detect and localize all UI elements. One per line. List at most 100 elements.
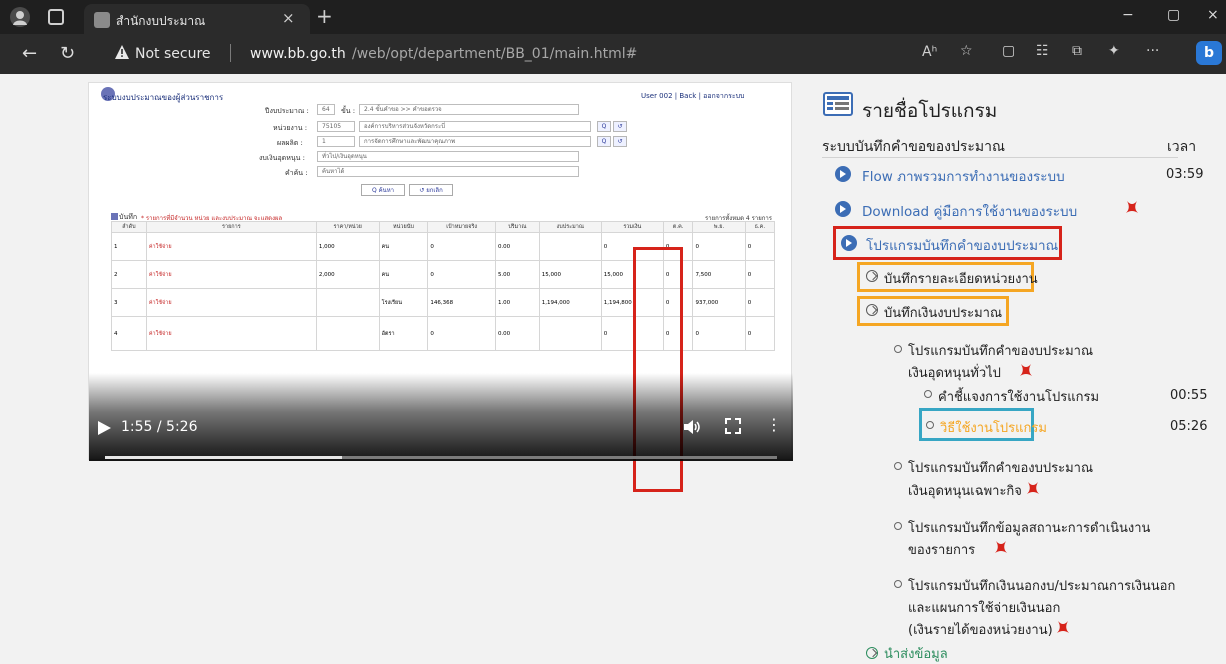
howto-program-link[interactable]: วิธีใช้งานโปรแกรม	[940, 417, 1047, 438]
cell-dec: 0	[744, 316, 776, 351]
bing-icon[interactable]: b	[1196, 41, 1222, 65]
program-status-line1[interactable]: โปรแกรมบันทึกข้อมูลสถานะการดำเนินงาน	[908, 517, 1150, 538]
output-reset-button[interactable]: ↺	[613, 136, 627, 147]
cell-price	[315, 288, 380, 317]
clear-button[interactable]: ↺ ยกเลิก	[409, 184, 453, 196]
cell-dec: 0	[744, 260, 776, 289]
submit-data-link[interactable]: นำส่งข้อมูล	[884, 643, 948, 664]
program-status-line2[interactable]: ของรายการ	[908, 539, 975, 560]
play-icon[interactable]	[95, 419, 113, 437]
program-offbudget-line3[interactable]: (เงินรายได้ของหน่วยงาน)	[908, 619, 1053, 640]
pdf-icon[interactable]	[1056, 619, 1070, 635]
cell-budget	[538, 316, 602, 351]
cell-price	[315, 316, 380, 351]
cell-qty: 1.00	[494, 288, 540, 317]
program-offbudget-line1[interactable]: โปรแกรมบันทึกเงินนอกงบ/ประมาณการเงินนอก	[908, 575, 1175, 596]
form-agency-name[interactable]: องค์การบริหารส่วนจังหวัดกระบี่	[359, 121, 591, 132]
list-bullet	[926, 421, 934, 429]
program-specific-subsidy-line1[interactable]: โปรแกรมบันทึกคำของบประมาณ	[908, 457, 1093, 478]
volume-icon[interactable]	[683, 419, 701, 439]
url-host: www.bb.go.th	[250, 46, 346, 62]
cell-no: 2	[111, 260, 147, 289]
address-bar[interactable]: Not secure www.bb.go.th /web/opt/departm…	[92, 40, 898, 68]
tab-actions-icon[interactable]	[48, 9, 64, 25]
flow-time: 03:59	[1166, 167, 1204, 182]
form-label-keyword: คำค้น :	[285, 169, 308, 177]
th-nov: พ.ย.	[692, 221, 746, 233]
form-keyword-input[interactable]: ค้นหาได้	[317, 166, 579, 177]
cell-price: 2,000	[315, 260, 380, 289]
tab-close-icon[interactable]: ×	[282, 9, 295, 27]
refresh-icon[interactable]: ↻	[60, 43, 75, 64]
cell-no: 3	[111, 288, 147, 317]
cell-nov: 0	[692, 232, 746, 261]
tab-active[interactable]: สำนักงบประมาณ ×	[84, 4, 310, 34]
tab-title: สำนักงบประมาณ	[116, 14, 206, 28]
cell-target: 0	[427, 316, 496, 351]
time-column-header: เวลา	[1167, 139, 1197, 155]
favorite-star-icon[interactable]: ☆	[960, 43, 973, 59]
pdf-icon[interactable]	[994, 539, 1008, 555]
video-more-icon[interactable]: ⋮	[766, 415, 782, 434]
profile-icon[interactable]	[10, 7, 30, 27]
form-step-select[interactable]: 2.4 ขั้นคำขอ >> คำขอตรวจ	[359, 104, 579, 115]
app-header-user: User 002 | Back | ออกจากระบบ	[641, 92, 745, 100]
video-player[interactable]: ระบบงบประมาณของผู้ส่วนราชการ User 002 | …	[88, 82, 793, 492]
form-output-name[interactable]: การจัดการศึกษาและพัฒนาคุณภาพ	[359, 136, 591, 147]
cell-target: 146,368	[427, 288, 496, 317]
fullscreen-icon[interactable]	[725, 418, 741, 438]
program-general-subsidy-line2[interactable]: เงินอุดหนุนทั่วไป	[908, 362, 1001, 383]
read-aloud-icon[interactable]: Aʰ	[922, 44, 937, 60]
form-output-code[interactable]: 1	[317, 136, 355, 147]
minimize-button[interactable]: −	[1122, 7, 1134, 23]
agency-search-button[interactable]: Q	[597, 121, 611, 132]
cell-nov: 937,000	[692, 288, 746, 317]
new-tab-button[interactable]: +	[316, 4, 333, 28]
list-bullet	[924, 390, 932, 398]
pdf-icon[interactable]	[1026, 480, 1040, 496]
form-label-output: ผลผลิต :	[277, 139, 303, 147]
agency-detail-link[interactable]: บันทึกรายละเอียดหน่วยงาน	[884, 268, 1038, 289]
pdf-icon[interactable]	[1125, 199, 1139, 215]
favorites-icon[interactable]: ☷	[1036, 43, 1049, 59]
app-header-title: ระบบงบประมาณของผู้ส่วนราชการ	[103, 93, 224, 102]
back-icon[interactable]: ←	[22, 43, 37, 64]
program-general-subsidy-line1[interactable]: โปรแกรมบันทึกคำของบประมาณ	[908, 340, 1093, 361]
form-label-step: ขั้น :	[341, 107, 356, 115]
output-search-button[interactable]: Q	[597, 136, 611, 147]
not-secure-label: Not secure	[135, 46, 211, 62]
play-bullet-icon	[835, 166, 851, 182]
video-time: 1:55 / 5:26	[121, 419, 198, 435]
flow-link[interactable]: Flow ภาพรวมการทำงานของระบบ	[862, 165, 1065, 187]
program-offbudget-line2[interactable]: และแผนการใช้จ่ายเงินนอก	[908, 597, 1060, 618]
form-year-field[interactable]: 64	[317, 104, 335, 115]
list-bullet	[894, 462, 902, 470]
search-button[interactable]: Q ค้นหา	[361, 184, 405, 196]
maximize-button[interactable]: ▢	[1167, 7, 1180, 23]
panel-title: รายชื่อโปรแกรม	[862, 100, 998, 122]
pdf-icon[interactable]	[1019, 362, 1033, 378]
collections-icon[interactable]: ⧉	[1072, 43, 1082, 59]
th-item: รายการ	[145, 221, 317, 233]
video-progress-fill[interactable]	[105, 456, 343, 459]
program-budget-link[interactable]: โปรแกรมบันทึกคำของบประมาณ	[866, 234, 1058, 256]
agency-reset-button[interactable]: ↺	[613, 121, 627, 132]
form-agency-code[interactable]: 75105	[317, 121, 355, 132]
close-window-button[interactable]: ×	[1207, 7, 1219, 23]
budget-money-link[interactable]: บันทึกเงินงบประมาณ	[884, 302, 1002, 323]
th-budget: งบประมาณ	[538, 221, 602, 233]
explain-program-link[interactable]: คำชี้แจงการใช้งานโปรแกรม	[938, 386, 1099, 407]
program-specific-subsidy-line2[interactable]: เงินอุดหนุนเฉพาะกิจ	[908, 480, 1022, 501]
play-bullet-icon	[841, 235, 857, 251]
cell-unit: คน	[378, 232, 429, 261]
play-bullet-icon	[835, 201, 851, 217]
more-menu-icon[interactable]: ···	[1146, 43, 1159, 59]
extensions-icon[interactable]: ✦	[1108, 43, 1120, 59]
form-budget-select[interactable]: ทั่วไป/เงินอุดหนุน	[317, 151, 579, 162]
th-target: เป้าหมายจริง	[427, 221, 496, 233]
cell-nov: 0	[692, 316, 746, 351]
address-separator	[230, 44, 231, 62]
download-manual-link[interactable]: Download คู่มือการใช้งานของระบบ	[862, 200, 1077, 222]
url-path: /web/opt/department/BB_01/main.html#	[352, 46, 638, 62]
split-screen-icon[interactable]: ▢	[1002, 43, 1015, 59]
